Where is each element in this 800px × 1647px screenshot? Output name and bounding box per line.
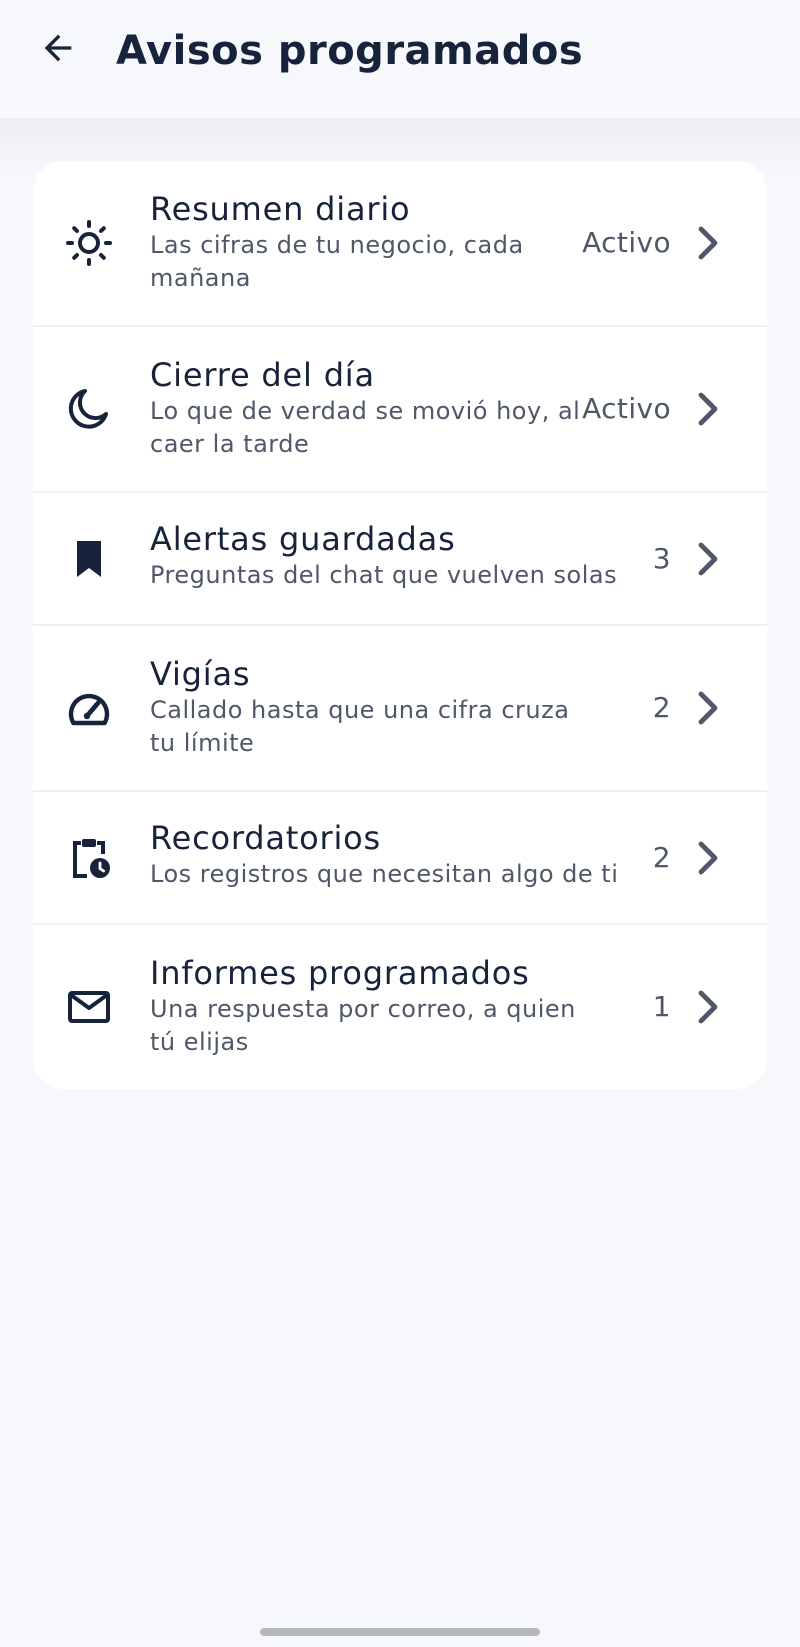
clipboard-clock-icon	[65, 834, 113, 882]
app-bar: Avisos programados	[0, 0, 800, 118]
sun-icon	[65, 219, 113, 267]
item-title: Resumen diario	[150, 190, 411, 228]
status-label: Activo	[582, 392, 671, 425]
mail-icon	[65, 983, 113, 1031]
chevron-right-icon	[695, 690, 723, 726]
list-item-informes-programados[interactable]: Informes programados Una respuesta por c…	[33, 925, 767, 1089]
item-title: Informes programados	[150, 954, 530, 992]
home-indicator[interactable]	[260, 1628, 540, 1636]
list-item-resumen-diario[interactable]: Resumen diario Las cifras de tu negocio,…	[33, 161, 767, 327]
chevron-right-icon	[695, 391, 723, 427]
settings-card: Resumen diario Las cifras de tu negocio,…	[33, 161, 767, 1089]
back-button[interactable]	[28, 20, 88, 80]
list-item-alertas-guardadas[interactable]: Alertas guardadas Preguntas del chat que…	[33, 493, 767, 626]
count-badge: 1	[652, 990, 671, 1023]
item-subtitle: Una respuesta por correo, a quien tú eli…	[150, 995, 576, 1056]
item-subtitle: Preguntas del chat que vuelven solas	[150, 561, 618, 589]
item-subtitle: Las cifras de tu negocio, cada mañana	[150, 231, 524, 292]
moon-icon	[65, 385, 113, 433]
bookmark-icon	[65, 535, 113, 583]
item-title: Recordatorios	[150, 819, 381, 857]
chevron-right-icon	[695, 225, 723, 261]
list-item-cierre-del-dia[interactable]: Cierre del día Lo que de verdad se movió…	[33, 327, 767, 493]
chevron-right-icon	[695, 840, 723, 876]
item-title: Cierre del día	[150, 356, 375, 394]
item-subtitle: Callado hasta que una cifra cruza tu lím…	[150, 696, 570, 757]
chevron-right-icon	[695, 541, 723, 577]
arrow-back-icon	[38, 28, 78, 72]
list-item-recordatorios[interactable]: Recordatorios Los registros que necesita…	[33, 792, 767, 925]
item-title: Vigías	[150, 655, 251, 693]
item-subtitle: Los registros que necesitan algo de ti	[150, 860, 619, 888]
item-subtitle: Lo que de verdad se movió hoy, al caer l…	[150, 397, 581, 458]
item-title: Alertas guardadas	[150, 520, 456, 558]
screen: Avisos programados Resumen diario Las ci…	[0, 0, 800, 1647]
list-item-vigias[interactable]: Vigías Callado hasta que una cifra cruza…	[33, 626, 767, 792]
chevron-right-icon	[695, 989, 723, 1025]
status-label: Activo	[582, 226, 671, 259]
speedometer-icon	[65, 684, 113, 732]
page-title: Avisos programados	[116, 28, 584, 74]
count-badge: 2	[652, 841, 671, 874]
count-badge: 2	[652, 691, 671, 724]
count-badge: 3	[652, 542, 671, 575]
